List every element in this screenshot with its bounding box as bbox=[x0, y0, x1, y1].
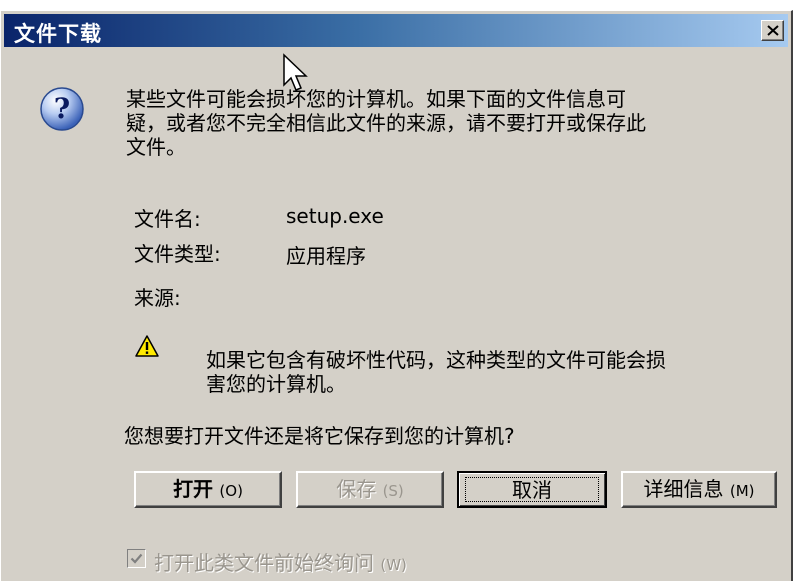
save-button-accel: (S) bbox=[382, 482, 404, 500]
checkmark-icon bbox=[130, 553, 143, 564]
warning-icon bbox=[135, 335, 159, 357]
file-name-value: setup.exe bbox=[286, 204, 384, 228]
close-icon bbox=[767, 25, 779, 36]
save-button[interactable]: 保存 (S) bbox=[296, 471, 444, 508]
file-name-label: 文件名: bbox=[134, 207, 201, 231]
always-ask-label: 打开此类文件前始终询问 (W) bbox=[154, 547, 407, 576]
action-question: 您想要打开文件还是将它保存到您的计算机? bbox=[124, 424, 515, 448]
title-bar[interactable]: 文件下载 bbox=[4, 14, 788, 47]
focus-rectangle: 取消 bbox=[465, 477, 599, 502]
always-ask-label-accel: (W) bbox=[380, 556, 407, 574]
cancel-button-label: 取消 bbox=[512, 478, 552, 502]
open-button[interactable]: 打开 (O) bbox=[134, 471, 282, 508]
file-download-dialog: 文件下载 ? 某些文件可能会损坏您的计算机。如果下面的文件信息可 疑，或者您不完… bbox=[0, 10, 793, 581]
file-type-value: 应用程序 bbox=[286, 244, 366, 268]
warning-text: 如果它包含有破坏性代码，这种类型的文件可能会损 害您的计算机。 bbox=[206, 348, 666, 396]
source-label: 来源: bbox=[134, 286, 181, 310]
file-type-label: 文件类型: bbox=[134, 242, 221, 266]
question-icon: ? bbox=[40, 87, 84, 131]
save-button-label: 保存 bbox=[336, 477, 377, 501]
security-message: 某些文件可能会损坏您的计算机。如果下面的文件信息可 疑，或者您不完全相信此文件的… bbox=[126, 87, 646, 159]
always-ask-label-text: 打开此类文件前始终询问 bbox=[154, 551, 374, 575]
details-button[interactable]: 详细信息 (M) bbox=[621, 471, 777, 508]
svg-text:?: ? bbox=[54, 92, 70, 125]
details-button-accel: (M) bbox=[729, 482, 755, 500]
close-button[interactable] bbox=[761, 20, 784, 41]
window-title: 文件下载 bbox=[14, 22, 102, 46]
cancel-button[interactable]: 取消 bbox=[457, 471, 607, 508]
open-button-label: 打开 bbox=[173, 477, 214, 501]
always-ask-checkbox[interactable] bbox=[127, 549, 146, 568]
open-button-accel: (O) bbox=[219, 482, 243, 500]
details-button-label: 详细信息 bbox=[643, 477, 724, 501]
